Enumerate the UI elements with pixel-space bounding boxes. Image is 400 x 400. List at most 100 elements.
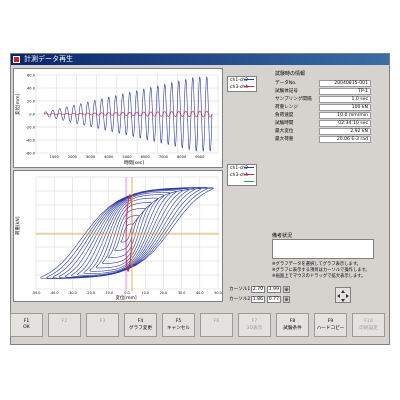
info-value: 20040815-001 — [319, 80, 371, 87]
x-tick-label: 40.0 — [196, 291, 204, 295]
fkey-number: F7 — [251, 319, 258, 324]
x-tick-label: 5000 — [122, 155, 132, 159]
fkey-number: F3 — [99, 319, 106, 324]
test-info-title: 試験時の情報 — [275, 71, 306, 77]
cursor2-value1[interactable]: 1.86 — [251, 296, 265, 303]
bottom-legend[interactable]: ch1-ch2 ch3-ch4 — [227, 164, 257, 186]
note-line: ※画面上でマウスのドラッグで拡大表示します。 — [272, 274, 366, 279]
x-tick-label: -50.0 — [32, 291, 41, 295]
info-value: TP-1 — [319, 88, 371, 95]
info-value: 100 kN — [319, 104, 371, 111]
fkey-caption: グラフ変更 — [129, 326, 152, 331]
fkey-f4-button[interactable]: F4 グラフ変更 — [124, 313, 157, 337]
info-value: 20.06 E-3 rad — [319, 136, 371, 143]
legend-swatch — [244, 181, 254, 186]
x-tick-label: 6000 — [141, 155, 151, 159]
fkey-number: F1 — [23, 319, 30, 324]
cursor1-step-button[interactable]: ⊕ — [283, 286, 290, 293]
y-tick-label: 40.0 — [27, 87, 36, 91]
x-tick-label: 20.0 — [160, 291, 168, 295]
cursor1-label: カーソル1 — [229, 287, 251, 292]
info-key: 試験時間 — [275, 121, 294, 126]
top-xlabel: 時間[sec] — [124, 160, 144, 166]
fkey-f3-button: F3 — [86, 313, 119, 337]
y-tick-label: -20.0 — [26, 126, 36, 130]
test-info-panel: 試験時の情報 データNo. 20040815-001 試験体記号 TP-1 サンプリング… — [269, 68, 373, 188]
fkey-caption: キャンセル — [167, 326, 190, 331]
y-tick-label: -60.0 — [26, 152, 36, 156]
cursor2-row: カーソル2 1.86 0.77 ⊕ — [229, 296, 290, 304]
fkey-number: F6 — [213, 319, 220, 324]
fkey-number: F8 — [289, 319, 296, 324]
fkey-f10-button: F10 印刷設定 — [352, 313, 385, 337]
fkey-number: F2 — [61, 319, 68, 324]
cursor2-step-button[interactable]: ⊕ — [283, 296, 290, 303]
info-key: 負荷速度 — [275, 113, 294, 118]
time-history-chart[interactable]: 変位[mm] 時間[sec] 60.0 40.0 20.0 0.0 -20.0 -40.0… — [13, 68, 223, 168]
bottom-ylabel: 荷重[kN] — [14, 216, 21, 235]
info-key: サンプリング間隔 — [275, 97, 312, 102]
move-arrows-icon — [337, 290, 349, 302]
info-key: 最大荷重 — [275, 137, 294, 142]
x-tick-label: 2000 — [68, 155, 78, 159]
info-key: 荷重レンジ — [275, 105, 298, 110]
fkey-number: F10 — [364, 319, 373, 324]
y-tick-label: -40.0 — [26, 139, 36, 143]
replay-window: 計測データ再生 変位[mm] 時間[sec] 60.0 40.0 20.0 0.0 -2… — [10, 53, 390, 345]
fkey-caption: OK — [23, 325, 30, 330]
y-tick-label: 60.0 — [27, 74, 36, 78]
top-ylabel: 変位[mm] — [14, 93, 21, 115]
function-key-bar: F1 OK F2 F3 F4 グラフ変更 F5 キャンセル F6 F7 3D表示 F8 試験条件 F9 ハー… — [0, 313, 400, 343]
fkey-number: F9 — [327, 319, 334, 324]
info-key: 最大変位 — [275, 129, 294, 134]
fkey-f8-button[interactable]: F8 試験条件 — [276, 313, 309, 337]
y-tick-label: 0.0 — [29, 113, 35, 117]
fkey-number: F4 — [137, 319, 144, 324]
x-tick-label: 7000 — [159, 155, 169, 159]
fkey-f9-button[interactable]: F9 ハードコピー — [314, 313, 347, 337]
x-tick-label: 1000 — [50, 155, 60, 159]
x-tick-label: -20.0 — [86, 291, 95, 295]
fkey-number: F5 — [175, 319, 182, 324]
bottom-xlabel: 変位[mm] — [115, 294, 137, 301]
app-icon — [13, 56, 20, 63]
top-legend[interactable]: ch1-ch2 ch3-ch4 — [227, 76, 257, 92]
legend-swatch — [244, 174, 254, 179]
window-title: 計測データ再生 — [24, 55, 73, 63]
info-value: 10.0 mm/min — [319, 112, 371, 119]
info-key: 試験体記号 — [275, 89, 298, 94]
fkey-caption: ハードコピー — [316, 326, 345, 331]
remarks-textarea[interactable] — [272, 239, 374, 259]
cursor1-value1[interactable]: 2.70 — [251, 286, 265, 293]
window-titlebar: 計測データ再生 — [11, 54, 389, 65]
x-tick-label: 8000 — [177, 155, 187, 159]
legend-swatch — [244, 167, 254, 172]
fkey-caption: 3D表示 — [246, 326, 263, 331]
hysteresis-chart[interactable]: 荷重[kN] 変位[mm] -50.0 -40.0 -30.0 -20.0 -10.0 0… — [13, 170, 223, 302]
x-tick-label: 4000 — [104, 155, 114, 159]
x-tick-label: -30.0 — [68, 291, 77, 295]
legend-swatch — [244, 79, 254, 84]
remarks-label: 備考状況 — [272, 233, 293, 239]
fkey-f1-button[interactable]: F1 OK — [10, 313, 43, 337]
legend-swatch — [244, 86, 254, 91]
x-tick-label: -10.0 — [104, 291, 113, 295]
info-value: 02:34:10 sec — [319, 120, 371, 127]
fkey-f2-button: F2 — [48, 313, 81, 337]
time-history-svg: 変位[mm] 時間[sec] 60.0 40.0 20.0 0.0 -20.0 -40.0… — [14, 74, 219, 166]
cursor-move-button[interactable] — [335, 287, 351, 303]
x-tick-label: 9000 — [195, 155, 205, 159]
cursor1-value2[interactable]: 1.99 — [267, 286, 281, 293]
info-value: 2.92 kN — [319, 128, 371, 135]
x-tick-label: 50.0 — [214, 291, 222, 295]
fkey-f6-button: F6 — [200, 313, 233, 337]
y-tick-label: 20.0 — [27, 100, 36, 104]
x-tick-label: 30.0 — [178, 291, 186, 295]
fkey-f5-button[interactable]: F5 キャンセル — [162, 313, 195, 337]
fkey-caption: 印刷設定 — [359, 326, 378, 331]
info-key: データNo. — [275, 81, 297, 86]
fkey-caption: 試験条件 — [283, 326, 302, 331]
cursor2-value2[interactable]: 0.77 — [267, 296, 281, 303]
info-value: 1.0 sec — [319, 96, 371, 103]
fkey-f7-button: F7 3D表示 — [238, 313, 271, 337]
